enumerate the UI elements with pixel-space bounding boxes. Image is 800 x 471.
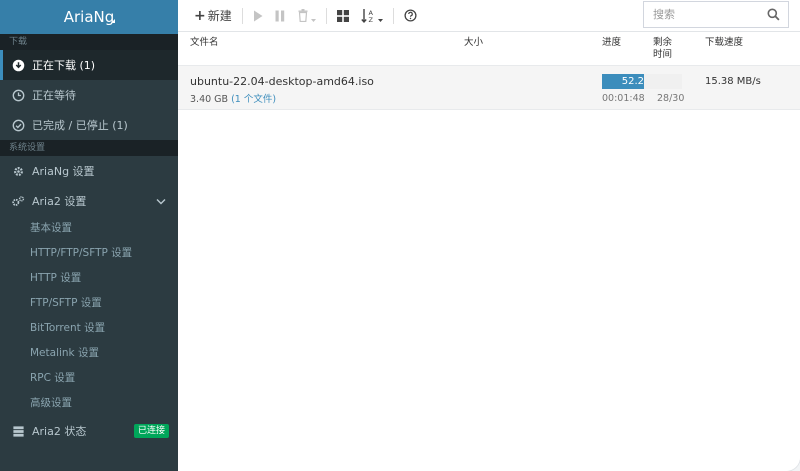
column-header-remaining[interactable]: 剩余 时间 (653, 37, 672, 61)
pause-button[interactable] (269, 4, 291, 28)
sidebar-item-aria2-status[interactable]: Aria2 状态 已连接 (0, 416, 178, 446)
sidebar-item-label: Aria2 设置 (32, 195, 87, 208)
task-size-value: 3.40 GB (190, 94, 229, 105)
svg-text:Z: Z (368, 16, 373, 24)
check-circle-icon (11, 118, 25, 132)
pause-icon (275, 10, 284, 21)
brand-corner-mark (111, 19, 115, 23)
sidebar-item-aria2-settings[interactable]: Aria2 设置 (0, 186, 178, 216)
sidebar-subitem-3[interactable]: FTP/SFTP 设置 (0, 291, 178, 316)
sidebar-item-downloading[interactable]: 正在下载 (1) (0, 50, 178, 80)
search-box (643, 1, 789, 28)
play-icon (253, 10, 263, 21)
task-remaining-time: 00:01:48 (602, 93, 645, 104)
main-content: + 新建 AZ 搜索 文件名 大小 进度 剩余 时间 下载速度 ubuntu-2… (178, 0, 800, 471)
gear-icon (11, 164, 25, 178)
task-download-speed: 15.38 MB/s (705, 76, 761, 87)
help-button[interactable] (398, 4, 423, 28)
sort-button[interactable]: AZ (355, 4, 389, 28)
toolbar-divider (241, 7, 243, 24)
search-icon[interactable] (767, 8, 780, 21)
brand-logo[interactable]: AriaNg (0, 0, 178, 34)
sidebar-subitem-6[interactable]: RPC 设置 (0, 366, 178, 391)
column-header-name[interactable]: 文件名 (190, 37, 219, 49)
sidebar-item-ariang-settings[interactable]: AriaNg 设置 (0, 156, 178, 186)
task-file-count-link[interactable]: (1 个文件) (231, 94, 276, 105)
display-mode-button[interactable] (331, 4, 355, 28)
sort-alpha-icon: AZ (361, 8, 373, 24)
sidebar-subitem-2[interactable]: HTTP 设置 (0, 266, 178, 291)
trash-icon (298, 9, 308, 22)
delete-button[interactable] (291, 4, 322, 28)
task-table-header: 文件名 大小 进度 剩余 时间 下载速度 (178, 32, 800, 66)
brand-name: AriaNg (63, 8, 115, 26)
sidebar-subitem-1[interactable]: HTTP/FTP/SFTP 设置 (0, 241, 178, 266)
sidebar-item-label: AriaNg 设置 (32, 165, 95, 178)
sidebar-subitem-4[interactable]: BitTorrent 设置 (0, 316, 178, 341)
server-icon (11, 424, 25, 438)
start-button[interactable] (247, 4, 269, 28)
new-task-label: 新建 (207, 9, 232, 23)
toolbar-divider (325, 7, 327, 24)
sidebar-item-waiting[interactable]: 正在等待 (0, 80, 178, 110)
section-header-settings: 系统设置 (0, 140, 178, 156)
gears-icon (11, 194, 25, 208)
aria2-settings-submenu: 基本设置 HTTP/FTP/SFTP 设置 HTTP 设置 FTP/SFTP 设置 Bi… (0, 216, 178, 416)
toolbar-divider (392, 7, 394, 24)
task-row[interactable]: ubuntu-22.04-desktop-amd64.iso 3.40 GB (… (178, 66, 800, 110)
chevron-down-icon[interactable] (156, 195, 166, 208)
section-header-download: 下载 (0, 34, 178, 50)
caret-down-icon (310, 19, 316, 22)
task-progress-bar: 52.2 (602, 74, 682, 89)
clock-icon (11, 88, 25, 102)
sidebar-subitem-7[interactable]: 高级设置 (0, 391, 178, 416)
toolbar: + 新建 AZ (178, 0, 800, 32)
search-input[interactable] (653, 8, 765, 21)
plus-icon: + (194, 7, 206, 24)
sidebar: AriaNg 下载 正在下载 (1) 正在等待 已完成 / 已停止 (1) 系统… (0, 0, 178, 471)
app-window: AriaNg 下载 正在下载 (1) 正在等待 已完成 / 已停止 (1) 系统… (0, 0, 800, 471)
sidebar-item-label: 正在下载 (1) (32, 59, 96, 72)
column-header-speed[interactable]: 下载速度 (705, 37, 743, 49)
sidebar-item-stopped[interactable]: 已完成 / 已停止 (1) (0, 110, 178, 140)
column-header-remaining-line2: 时间 (653, 49, 673, 60)
column-header-remaining-line1: 剩余 (653, 37, 673, 48)
status-badge: 已连接 (133, 424, 169, 438)
arrow-circle-down-icon (11, 58, 25, 72)
question-circle-icon (404, 9, 417, 22)
sidebar-item-label: 正在等待 (32, 89, 76, 102)
grid-icon (336, 9, 349, 22)
sidebar-subitem-0[interactable]: 基本设置 (0, 216, 178, 241)
caret-down-icon (377, 19, 383, 22)
sidebar-item-label: 已完成 / 已停止 (1) (32, 119, 128, 132)
column-header-size[interactable]: 大小 (464, 37, 483, 49)
task-file-name[interactable]: ubuntu-22.04-desktop-amd64.iso (190, 75, 374, 88)
sidebar-item-label: Aria2 状态 (32, 425, 87, 438)
task-file-size: 3.40 GB (1 个文件) (190, 91, 276, 105)
column-header-progress[interactable]: 进度 (602, 37, 621, 49)
sidebar-subitem-5[interactable]: Metalink 设置 (0, 341, 178, 366)
task-progress-text: 52.2 (621, 76, 644, 87)
task-connections: 28/30 (657, 93, 685, 104)
new-task-button[interactable]: + 新建 (188, 4, 238, 28)
